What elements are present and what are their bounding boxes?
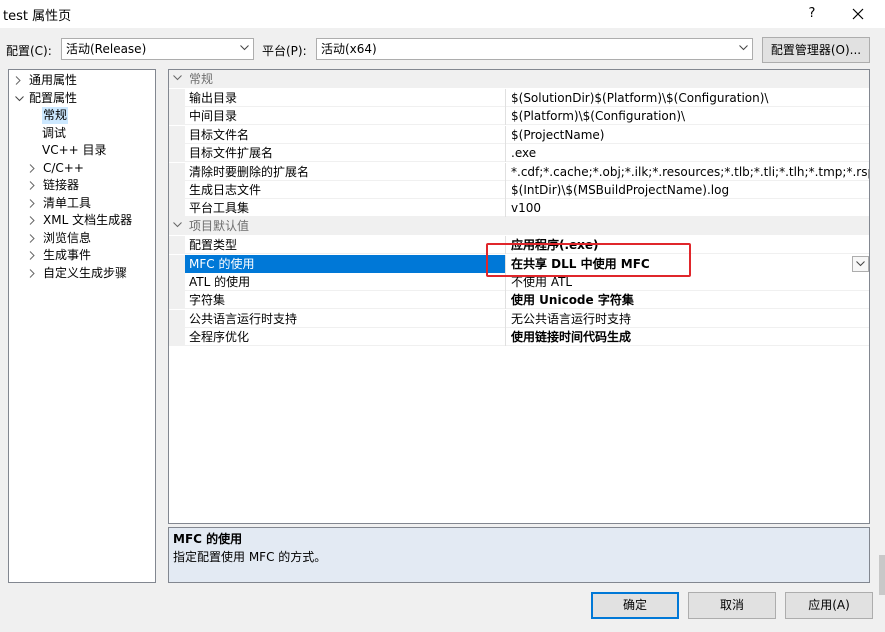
category-general[interactable]: 常规 bbox=[169, 70, 869, 88]
property-row[interactable]: 清除时要删除的扩展名 *.cdf;*.cache;*.obj;*.ilk;*.re… bbox=[169, 163, 869, 181]
property-name: 输出目录 bbox=[189, 91, 238, 105]
property-row[interactable]: 平台工具集 v100 bbox=[169, 199, 869, 217]
property-row[interactable]: 生成日志文件 $(IntDir)\$(MSBuildProjectName).lo… bbox=[169, 181, 869, 199]
property-value[interactable]: *.cdf;*.cache;*.obj;*.ilk;*.resources;*.… bbox=[506, 163, 869, 181]
property-value[interactable]: 应用程序(.exe) bbox=[506, 236, 869, 254]
close-button[interactable] bbox=[836, 0, 880, 28]
help-button[interactable]: ? bbox=[790, 0, 834, 28]
description-panel: MFC 的使用 指定配置使用 MFC 的方式。 bbox=[168, 527, 870, 583]
property-name: MFC 的使用 bbox=[185, 255, 505, 273]
platform-label: 平台(P): bbox=[262, 44, 307, 58]
property-tree[interactable]: 通用属性 配置属性 常规 调试 VC++ 目录 C/C++ 链接器 清单工具 X… bbox=[8, 69, 156, 583]
title-bar: test 属性页 ? bbox=[0, 0, 885, 28]
property-row[interactable]: 目标文件扩展名 .exe bbox=[169, 144, 869, 162]
cancel-button[interactable]: 取消 bbox=[688, 592, 776, 619]
chevron-down-icon[interactable] bbox=[173, 75, 182, 81]
chevron-down-icon bbox=[739, 45, 748, 51]
property-value[interactable]: v100 bbox=[506, 199, 869, 217]
chevron-right-icon[interactable] bbox=[29, 269, 35, 278]
property-name: 公共语言运行时支持 bbox=[189, 312, 298, 326]
property-row[interactable]: 配置类型 应用程序(.exe) bbox=[169, 236, 869, 254]
property-value[interactable]: 无公共语言运行时支持 bbox=[506, 310, 869, 328]
chevron-down-icon bbox=[856, 261, 865, 267]
property-row[interactable]: 输出目录 $(SolutionDir)$(Platform)\$(Configur… bbox=[169, 89, 869, 107]
property-value[interactable]: 使用 Unicode 字符集 bbox=[506, 291, 869, 309]
property-name: 平台工具集 bbox=[189, 201, 250, 215]
property-value[interactable]: .exe bbox=[506, 144, 869, 162]
property-name: 生成日志文件 bbox=[189, 183, 262, 197]
property-name: 目标文件扩展名 bbox=[189, 146, 274, 160]
property-name: 清除时要删除的扩展名 bbox=[189, 165, 310, 179]
property-name: 配置类型 bbox=[189, 238, 238, 252]
property-row-mfc-usage[interactable]: MFC 的使用 在共享 DLL 中使用 MFC bbox=[169, 255, 869, 273]
property-value[interactable]: $(IntDir)\$(MSBuildProjectName).log bbox=[506, 181, 869, 199]
property-name: 全程序优化 bbox=[189, 330, 250, 344]
chevron-down-icon bbox=[240, 45, 249, 51]
property-row[interactable]: 中间目录 $(Platform)\$(Configuration)\ bbox=[169, 107, 869, 125]
category-project-defaults[interactable]: 项目默认值 bbox=[169, 217, 869, 235]
chevron-right-icon[interactable] bbox=[29, 181, 35, 190]
description-title: MFC 的使用 bbox=[173, 532, 243, 546]
config-value: 活动(Release) bbox=[66, 42, 147, 56]
chevron-right-icon[interactable] bbox=[29, 199, 35, 208]
property-name: ATL 的使用 bbox=[189, 275, 251, 289]
description-text: 指定配置使用 MFC 的方式。 bbox=[173, 550, 327, 564]
value-dropdown-button[interactable] bbox=[852, 256, 869, 272]
config-label: 配置(C): bbox=[6, 44, 52, 58]
chevron-right-icon[interactable] bbox=[29, 251, 35, 260]
property-name: 目标文件名 bbox=[189, 128, 250, 142]
chevron-right-icon[interactable] bbox=[29, 164, 35, 173]
background-window-edge bbox=[879, 555, 885, 595]
property-value[interactable]: 使用链接时间代码生成 bbox=[506, 328, 869, 346]
property-grid[interactable]: 常规 输出目录 $(SolutionDir)$(Platform)\$(Confi… bbox=[168, 69, 870, 524]
property-value[interactable]: 不使用 ATL bbox=[506, 273, 869, 291]
property-row[interactable]: 字符集 使用 Unicode 字符集 bbox=[169, 291, 869, 309]
config-combo[interactable]: 活动(Release) bbox=[61, 38, 254, 60]
configuration-manager-button[interactable]: 配置管理器(O)... bbox=[762, 37, 870, 63]
property-value[interactable]: $(ProjectName) bbox=[506, 126, 869, 144]
platform-value: 活动(x64) bbox=[321, 42, 377, 56]
platform-combo[interactable]: 活动(x64) bbox=[316, 38, 753, 60]
chevron-down-icon[interactable] bbox=[15, 96, 24, 102]
property-row[interactable]: 公共语言运行时支持 无公共语言运行时支持 bbox=[169, 310, 869, 328]
property-name: 中间目录 bbox=[189, 109, 238, 123]
property-row[interactable]: 目标文件名 $(ProjectName) bbox=[169, 126, 869, 144]
close-icon bbox=[852, 8, 864, 20]
property-value[interactable]: $(Platform)\$(Configuration)\ bbox=[506, 107, 869, 125]
property-row[interactable]: ATL 的使用 不使用 ATL bbox=[169, 273, 869, 291]
chevron-down-icon[interactable] bbox=[173, 222, 182, 228]
chevron-right-icon[interactable] bbox=[29, 234, 35, 243]
chevron-right-icon[interactable] bbox=[29, 216, 35, 225]
window-title: test 属性页 bbox=[3, 9, 72, 24]
property-value[interactable]: 在共享 DLL 中使用 MFC bbox=[506, 255, 869, 273]
chevron-right-icon[interactable] bbox=[15, 76, 21, 85]
property-row[interactable]: 全程序优化 使用链接时间代码生成 bbox=[169, 328, 869, 346]
apply-button[interactable]: 应用(A) bbox=[785, 592, 873, 619]
property-value[interactable]: $(SolutionDir)$(Platform)\$(Configuratio… bbox=[506, 89, 869, 107]
ok-button[interactable]: 确定 bbox=[591, 592, 679, 619]
property-name: 字符集 bbox=[189, 293, 226, 307]
